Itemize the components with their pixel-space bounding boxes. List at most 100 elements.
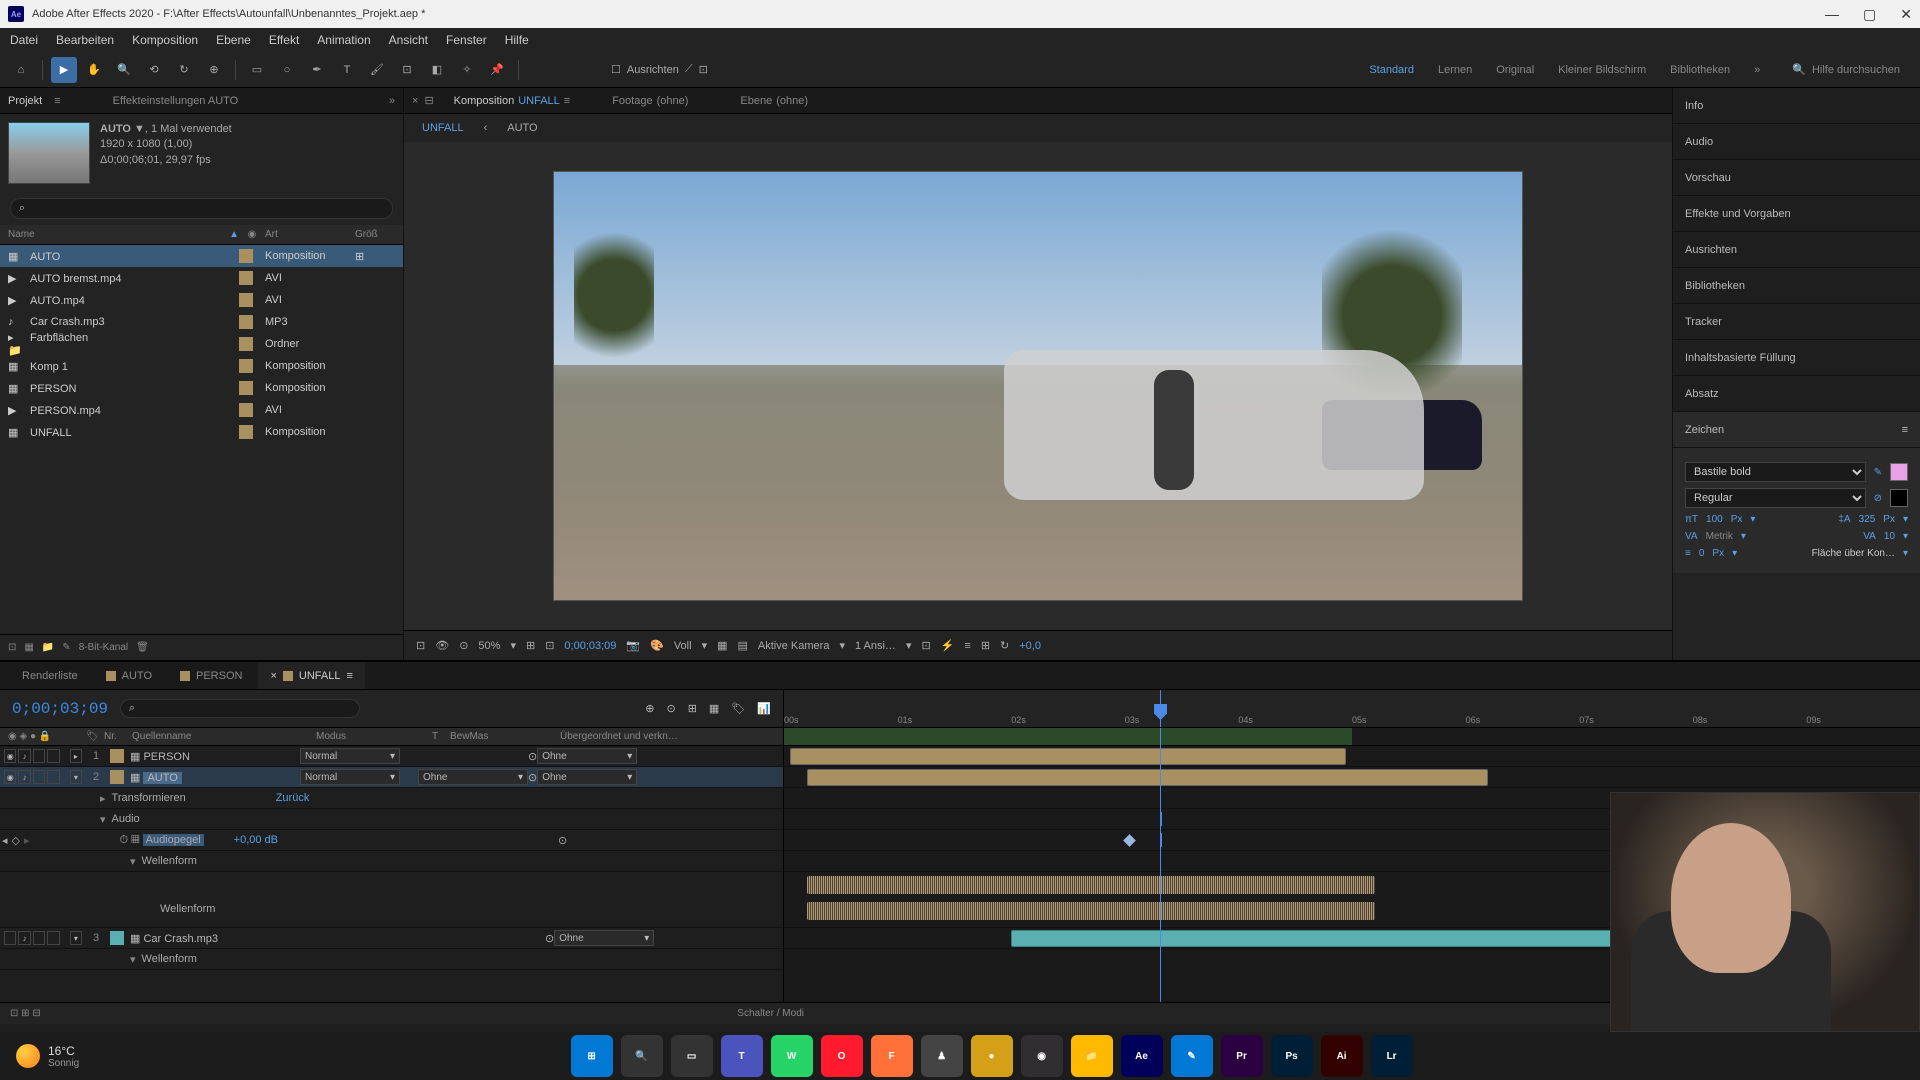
maximize-button[interactable]: ▢: [1863, 6, 1876, 23]
layer-3-parent[interactable]: Ohne▾: [554, 930, 654, 946]
tab-person[interactable]: PERSON: [168, 662, 254, 689]
eyedropper-icon[interactable]: ✎: [1874, 467, 1882, 478]
taskbar-app-app3[interactable]: ✎: [1171, 1035, 1213, 1077]
project-item-farbfl-chen[interactable]: ▸ 📁FarbflächenOrdner: [0, 333, 403, 355]
stamp-tool[interactable]: ⊡: [394, 57, 420, 83]
project-item-auto-mp4[interactable]: ▶AUTO.mp4AVI: [0, 289, 403, 311]
panel-audio[interactable]: Audio: [1673, 124, 1920, 160]
menu-layer[interactable]: Ebene: [216, 33, 251, 47]
workspace-small[interactable]: Kleiner Bildschirm: [1558, 64, 1646, 76]
taskbar-app-tasks[interactable]: ▭: [671, 1035, 713, 1077]
res-icon[interactable]: ⊞: [526, 639, 535, 652]
frame-blend-icon[interactable]: ⊕: [645, 702, 654, 715]
taskbar-app-ps[interactable]: Ps: [1271, 1035, 1313, 1077]
minimize-button[interactable]: —: [1825, 6, 1839, 23]
viewer-timecode[interactable]: 0;00;03;09: [564, 640, 616, 652]
toggle-switches-icon[interactable]: ⊡ ⊞ ⊟: [10, 1008, 41, 1019]
layer-2-parent[interactable]: Ohne▾: [537, 769, 637, 785]
grid-icon[interactable]: ⊡: [545, 639, 554, 652]
menu-file[interactable]: Datei: [10, 33, 38, 47]
playhead[interactable]: [1160, 690, 1161, 727]
camera-select[interactable]: Aktive Kamera: [758, 640, 830, 652]
audio-level-value[interactable]: +0,00 dB: [234, 834, 278, 846]
tab-composition[interactable]: Komposition: [454, 95, 515, 107]
menu-effect[interactable]: Effekt: [269, 33, 299, 47]
layer-1-person[interactable]: ◉♪▸ 1 ▦ PERSON Normal▾ ⊙ Ohne▾: [0, 746, 783, 767]
weather-widget[interactable]: 16°C Sonnig: [16, 1044, 79, 1069]
toggle-mask-icon[interactable]: 👁: [435, 639, 449, 652]
taskbar-app-opera[interactable]: O: [821, 1035, 863, 1077]
toggle-alpha-icon[interactable]: ⊡: [416, 639, 425, 652]
workspace-libraries[interactable]: Bibliotheken: [1670, 64, 1730, 76]
workspace-original[interactable]: Original: [1496, 64, 1534, 76]
pixel-aspect-icon[interactable]: ⊡: [921, 639, 930, 652]
project-item-auto[interactable]: ▦AUTOKomposition⊞: [0, 245, 403, 267]
transparency-icon[interactable]: ▤: [738, 639, 748, 652]
interpret-footage-icon[interactable]: ⊡: [8, 642, 16, 653]
panel-align[interactable]: Ausrichten: [1673, 232, 1920, 268]
layer-2-auto[interactable]: ◉♪▾ 2 ▦ AUTO Normal▾ Ohne▾ ⊙ Ohne▾: [0, 767, 783, 788]
layer-2-mode[interactable]: Normal▾: [300, 769, 400, 785]
menu-animation[interactable]: Animation: [317, 33, 370, 47]
help-search[interactable]: Hilfe durchsuchen: [1812, 64, 1900, 76]
crumb-back-icon[interactable]: ‹: [484, 122, 488, 134]
panel-content-aware[interactable]: Inhaltsbasierte Füllung: [1673, 340, 1920, 376]
stroke-width-value[interactable]: 0: [1699, 548, 1705, 559]
text-tool[interactable]: T: [334, 57, 360, 83]
taskbar-app-ae[interactable]: Ae: [1121, 1035, 1163, 1077]
project-search[interactable]: ⌕: [10, 198, 393, 219]
timeline-ruler[interactable]: 00s01s02s03s04s05s06s07s08s09s10s: [784, 690, 1920, 727]
menu-window[interactable]: Fenster: [446, 33, 487, 47]
col-type[interactable]: Art: [265, 229, 355, 240]
views-select[interactable]: 1 Ansi…: [855, 640, 896, 652]
comp-mini-icon[interactable]: ×: [412, 95, 418, 107]
hand-tool[interactable]: ✋: [81, 57, 107, 83]
font-style-select[interactable]: Regular: [1685, 488, 1866, 508]
eraser-tool[interactable]: ◧: [424, 57, 450, 83]
transform-reset[interactable]: Zurück: [276, 792, 310, 804]
layer-1-parent[interactable]: Ohne▾: [537, 748, 637, 764]
leading-value[interactable]: 325: [1859, 514, 1876, 525]
selection-tool[interactable]: ▶: [51, 57, 77, 83]
panel-tracker[interactable]: Tracker: [1673, 304, 1920, 340]
workspace-more[interactable]: »: [1754, 64, 1760, 76]
snap-checkbox[interactable]: ☐: [611, 63, 621, 76]
exposure-value[interactable]: +0,0: [1019, 640, 1041, 652]
stroke-color-swatch[interactable]: [1890, 489, 1908, 507]
kerning-value[interactable]: Metrik: [1706, 531, 1733, 542]
crumb-auto[interactable]: AUTO: [507, 122, 537, 134]
col-label[interactable]: ◉: [239, 229, 265, 240]
taskbar-app-pr[interactable]: Pr: [1221, 1035, 1263, 1077]
workspace-standard[interactable]: Standard: [1369, 64, 1414, 76]
col-size[interactable]: Größ: [355, 229, 395, 240]
fill-stroke-order[interactable]: Fläche über Kon…: [1812, 548, 1895, 559]
menu-view[interactable]: Ansicht: [389, 33, 428, 47]
roto-tool[interactable]: ✧: [454, 57, 480, 83]
puppet-tool[interactable]: 📌: [484, 57, 510, 83]
clip-auto[interactable]: [807, 769, 1489, 786]
tab-project[interactable]: Projekt: [8, 95, 42, 107]
taskbar-app-explorer[interactable]: 📁: [1071, 1035, 1113, 1077]
prop-audio[interactable]: ▾Audio: [0, 809, 783, 830]
prop-transform[interactable]: ▸TransformierenZurück: [0, 788, 783, 809]
menu-composition[interactable]: Komposition: [132, 33, 198, 47]
expression-icon[interactable]: ⊙: [558, 834, 567, 847]
workspace-learn[interactable]: Lernen: [1438, 64, 1472, 76]
snap-icon2[interactable]: ⊡: [699, 63, 708, 76]
prop-waveform[interactable]: ▾Wellenform: [0, 851, 783, 872]
rect-tool[interactable]: ▭: [244, 57, 270, 83]
anchor-tool[interactable]: ⊕: [201, 57, 227, 83]
tab-effect-settings[interactable]: Effekteinstellungen AUTO: [105, 95, 247, 107]
layer-2-trkmat[interactable]: Ohne▾: [418, 769, 528, 785]
keyframe-audio-level[interactable]: [1123, 834, 1136, 847]
pen-tool[interactable]: ✒: [304, 57, 330, 83]
project-item-car-crash-mp3[interactable]: ♪Car Crash.mp3MP3: [0, 311, 403, 333]
tab-unfall[interactable]: ×UNFALL≡: [258, 662, 364, 689]
flowchart-icon[interactable]: ⊞: [981, 639, 990, 652]
tab-renderqueue[interactable]: Renderliste: [10, 662, 90, 689]
rotate-tool[interactable]: ↻: [171, 57, 197, 83]
snap-icon[interactable]: ⟋: [685, 63, 693, 76]
taskbar-app-app2[interactable]: ●: [971, 1035, 1013, 1077]
fill-color-swatch[interactable]: [1890, 463, 1908, 481]
tab-layer[interactable]: Ebene: [740, 95, 772, 107]
